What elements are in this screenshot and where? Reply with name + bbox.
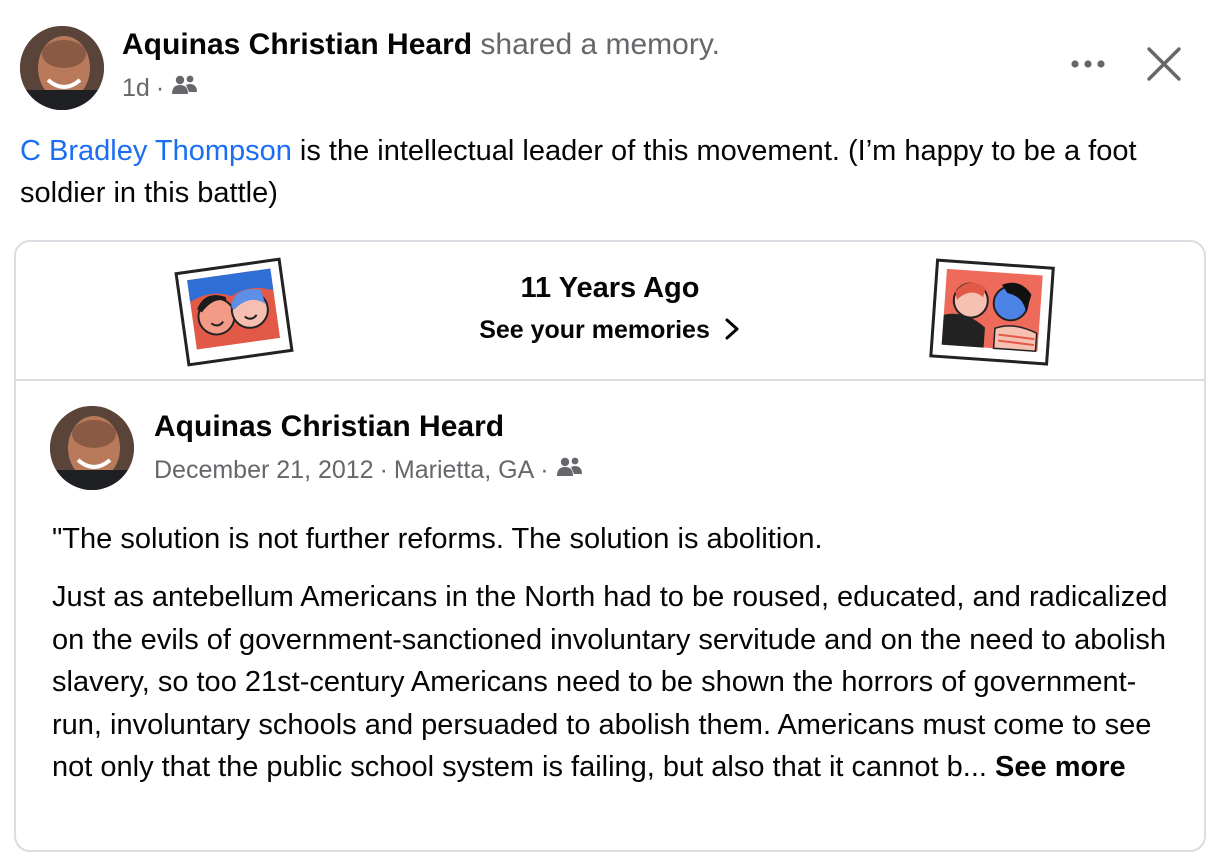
close-button[interactable]: [1140, 40, 1188, 88]
meta-separator: ·: [155, 74, 165, 102]
original-author-name[interactable]: Aquinas Christian Heard: [154, 410, 504, 444]
profile-photo: [20, 26, 104, 110]
post-caption: C Bradley Thompson is the intellectual l…: [20, 130, 1210, 214]
author-avatar[interactable]: [20, 26, 104, 110]
original-post-location[interactable]: Marietta, GA: [394, 456, 534, 485]
more-horizontal-icon: [1071, 60, 1105, 68]
friends-icon[interactable]: [555, 456, 583, 485]
author-name-link[interactable]: Aquinas Christian Heard: [122, 28, 472, 61]
friends-icon[interactable]: [170, 74, 198, 103]
original-author-avatar[interactable]: [50, 406, 134, 490]
post-meta: 1d ·: [122, 74, 198, 103]
see-memories-label: See your memories: [479, 316, 710, 344]
meta-separator: ·: [379, 456, 388, 484]
memory-card[interactable]: 11 Years Ago See your memories Aquinas C…: [14, 240, 1206, 852]
memory-banner[interactable]: 11 Years Ago See your memories: [16, 242, 1204, 381]
close-icon: [1147, 47, 1181, 81]
original-post-quote: "The solution is not further reforms. Th…: [52, 523, 823, 555]
post-action-text: shared a memory.: [480, 28, 720, 61]
more-options-button[interactable]: [1066, 44, 1110, 84]
mention-link[interactable]: C Bradley Thompson: [20, 135, 292, 167]
profile-photo: [50, 406, 134, 490]
chevron-right-icon: [725, 318, 739, 340]
post-header-title: Aquinas Christian Heard shared a memory.: [122, 28, 720, 62]
original-post-date[interactable]: December 21, 2012: [154, 456, 374, 485]
see-more-link[interactable]: See more: [995, 751, 1126, 783]
memories-illustration-right: [929, 258, 1055, 366]
post-timestamp[interactable]: 1d: [122, 74, 150, 103]
meta-separator: ·: [540, 456, 549, 484]
original-post-meta: December 21, 2012 · Marietta, GA ·: [154, 456, 583, 485]
original-post-body: Just as antebellum Americans in the Nort…: [52, 576, 1182, 789]
